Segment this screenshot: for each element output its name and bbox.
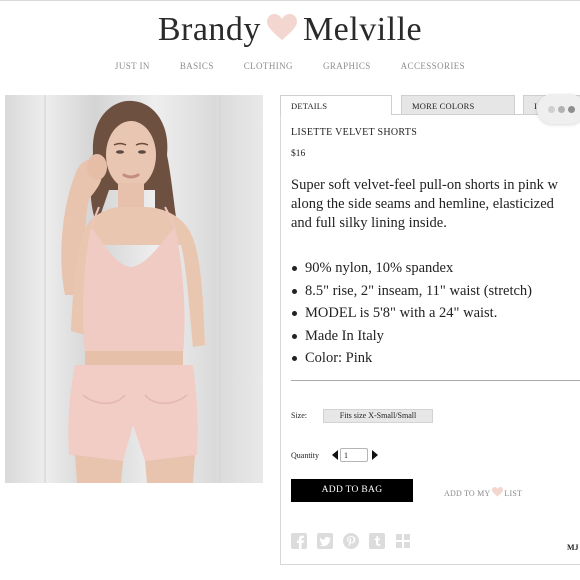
dot-icon	[557, 105, 565, 113]
description-line: Super soft velvet-feel pull-on shorts in…	[291, 177, 558, 193]
nav-item-graphics[interactable]: GRAPHICS	[323, 61, 371, 71]
feature-item: 8.5" rise, 2" inseam, 11" waist (stretch…	[291, 280, 580, 303]
brand-name-left: Brandy	[157, 11, 261, 48]
product-name: LISETTE VELVET SHORTS	[291, 127, 418, 138]
nav-item-accessories[interactable]: ACCESSORIES	[401, 61, 465, 71]
social-share-bar	[291, 533, 411, 549]
quantity-label: Quantity	[291, 451, 319, 460]
panel-bottom-rule	[280, 564, 580, 565]
tab-details[interactable]: DETAILS	[280, 95, 392, 115]
add-to-bag-button[interactable]: ADD TO BAG	[291, 479, 413, 502]
twitter-icon[interactable]	[317, 533, 333, 549]
quantity-decrease-icon[interactable]	[332, 450, 338, 460]
wishlist-label-after: LIST	[504, 488, 523, 498]
product-price: $16	[291, 149, 306, 159]
pinterest-icon[interactable]	[343, 533, 359, 549]
feature-item: Color: Pink	[291, 347, 580, 370]
tumblr-icon[interactable]	[369, 533, 385, 549]
grid-icon[interactable]	[395, 533, 411, 549]
top-rule	[0, 0, 580, 1]
feature-item: 90% nylon, 10% spandex	[291, 257, 580, 280]
dot-icon	[567, 105, 575, 113]
footer-code: MJ	[567, 543, 579, 552]
tab-more-colors[interactable]: MORE COLORS	[401, 95, 515, 115]
nav-item-basics[interactable]: BASICS	[180, 61, 214, 71]
description-line: along the side seams and hemline, elasti…	[291, 196, 554, 212]
product-features: 90% nylon, 10% spandex 8.5" rise, 2" ins…	[291, 257, 580, 370]
heart-icon	[266, 14, 297, 46]
size-selector[interactable]: Fits size X-Small/Small	[323, 409, 433, 423]
product-photo[interactable]	[5, 95, 263, 483]
more-options-button[interactable]	[537, 94, 580, 124]
quantity-input[interactable]	[340, 448, 368, 462]
size-label: Size:	[291, 411, 307, 420]
section-divider	[291, 380, 580, 381]
dot-icon	[547, 105, 555, 113]
feature-item: Made In Italy	[291, 325, 580, 348]
heart-icon	[492, 487, 504, 499]
feature-item: MODEL is 5'8" with a 24" waist.	[291, 302, 580, 325]
main-nav: JUST IN BASICS CLOTHING GRAPHICS ACCESSO…	[0, 61, 580, 71]
description-line: and full silky lining inside.	[291, 215, 447, 231]
add-to-wishlist-link[interactable]: ADD TO MY LIST	[444, 487, 522, 499]
product-description: Super soft velvet-feel pull-on shorts in…	[291, 176, 580, 233]
nav-item-clothing[interactable]: CLOTHING	[244, 61, 293, 71]
brand-name-right: Melville	[302, 11, 423, 48]
nav-item-just-in[interactable]: JUST IN	[115, 61, 150, 71]
brand-logo[interactable]: Brandy Melville	[0, 8, 580, 52]
quantity-increase-icon[interactable]	[372, 450, 378, 460]
facebook-icon[interactable]	[291, 533, 307, 549]
wishlist-label-before: ADD TO MY	[444, 488, 491, 498]
